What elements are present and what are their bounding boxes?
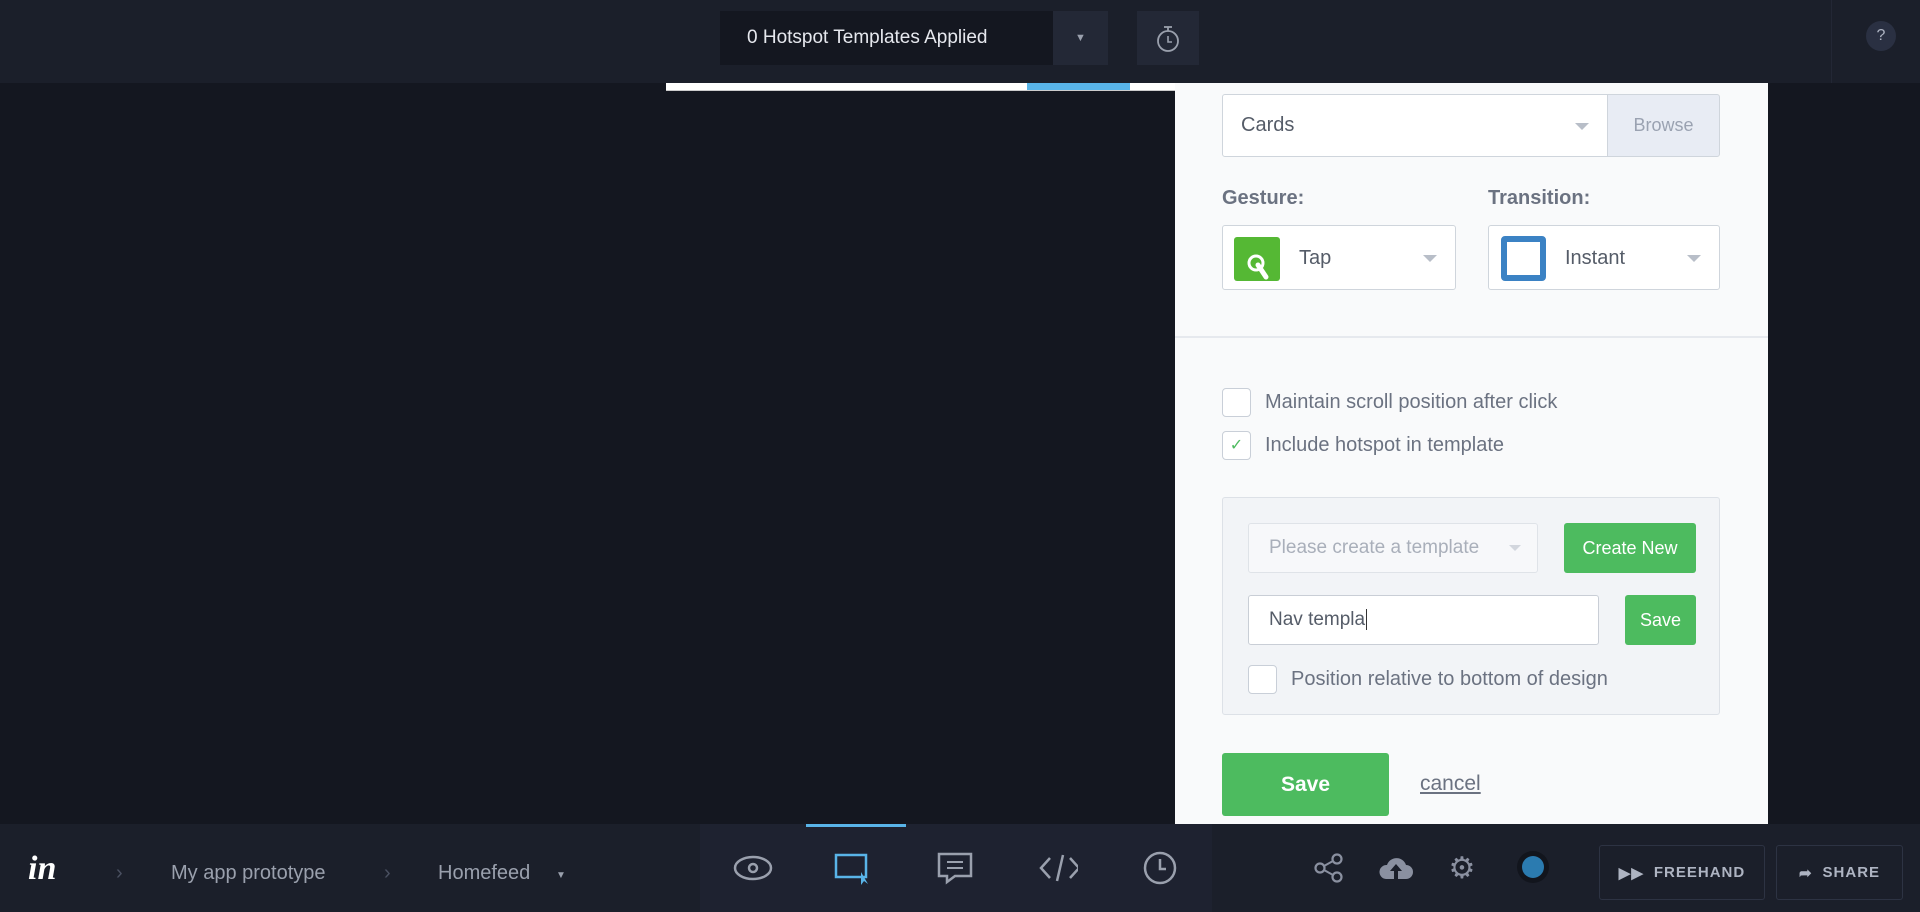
timer-icon[interactable] bbox=[1137, 11, 1199, 65]
avatar[interactable] bbox=[1517, 851, 1549, 883]
template-select-placeholder: Please create a template bbox=[1269, 537, 1480, 558]
link-target-value: Cards bbox=[1241, 114, 1295, 136]
chevron-down-icon[interactable]: ▼ bbox=[556, 870, 566, 881]
browse-button[interactable]: Browse bbox=[1607, 94, 1720, 157]
share-label: SHARE bbox=[1822, 864, 1881, 881]
gesture-value: Tap bbox=[1299, 247, 1332, 269]
share-nodes-icon[interactable] bbox=[1309, 848, 1349, 888]
invision-logo[interactable]: in bbox=[28, 850, 56, 888]
share-arrow-icon: ➦ bbox=[1798, 864, 1813, 882]
history-clock-icon[interactable] bbox=[1140, 848, 1180, 888]
template-name-value: Nav templa bbox=[1269, 609, 1366, 630]
chevron-down-icon bbox=[1423, 255, 1437, 262]
template-select[interactable]: Please create a template bbox=[1248, 523, 1538, 573]
template-name-input[interactable]: Nav templa bbox=[1248, 595, 1599, 645]
freehand-button[interactable]: ▶▶ FREEHAND bbox=[1599, 845, 1765, 900]
hotspot-templates-dropdown[interactable]: 0 Hotspot Templates Applied bbox=[720, 11, 1053, 65]
maintain-scroll-label: Maintain scroll position after click bbox=[1265, 391, 1558, 413]
transition-value: Instant bbox=[1565, 247, 1626, 269]
position-bottom-label: Position relative to bottom of design bbox=[1291, 668, 1608, 690]
instant-transition-icon bbox=[1501, 236, 1546, 281]
cancel-link[interactable]: cancel bbox=[1420, 772, 1481, 796]
create-new-button[interactable]: Create New bbox=[1564, 523, 1696, 573]
include-template-label: Include hotspot in template bbox=[1265, 434, 1505, 456]
chevron-right-icon: › bbox=[116, 862, 123, 884]
divider bbox=[1175, 336, 1768, 338]
position-bottom-checkbox[interactable] bbox=[1248, 665, 1277, 694]
chevron-down-icon bbox=[1687, 255, 1701, 262]
active-mode-indicator bbox=[806, 824, 906, 827]
freehand-label: FREEHAND bbox=[1653, 864, 1746, 881]
link-target-select[interactable]: Cards bbox=[1222, 94, 1608, 157]
build-mode-icon[interactable] bbox=[833, 848, 873, 888]
gesture-label: Gesture: bbox=[1222, 187, 1305, 209]
template-box: Please create a template Create New Nav … bbox=[1222, 497, 1720, 715]
freehand-icon: ▶▶ bbox=[1618, 864, 1644, 882]
help-button[interactable]: ? bbox=[1866, 21, 1896, 51]
settings-gear-icon[interactable]: ⚙ bbox=[1442, 848, 1482, 888]
breadcrumb-screen[interactable]: Homefeed bbox=[438, 862, 530, 885]
chevron-down-icon bbox=[1509, 545, 1521, 551]
save-button[interactable]: Save bbox=[1222, 753, 1389, 816]
share-button[interactable]: ➦ SHARE bbox=[1776, 845, 1903, 900]
chevron-down-icon[interactable]: ▼ bbox=[1053, 11, 1108, 65]
save-template-button[interactable]: Save bbox=[1625, 595, 1696, 645]
include-template-checkbox[interactable]: ✓ bbox=[1222, 431, 1251, 460]
divider bbox=[1831, 0, 1832, 83]
checkmark-icon: ✓ bbox=[1229, 437, 1244, 454]
chevron-right-icon: › bbox=[384, 862, 391, 884]
code-inspect-icon[interactable] bbox=[1038, 848, 1078, 888]
gesture-select[interactable]: Tap bbox=[1222, 225, 1456, 290]
hotspot-panel: Cards Browse Gesture: Transition: Tap In… bbox=[1175, 83, 1768, 824]
cloud-upload-icon[interactable] bbox=[1376, 848, 1416, 888]
transition-select[interactable]: Instant bbox=[1488, 225, 1720, 290]
tap-gesture-icon bbox=[1234, 237, 1280, 281]
maintain-scroll-checkbox[interactable] bbox=[1222, 388, 1251, 417]
text-cursor bbox=[1366, 609, 1368, 630]
transition-label: Transition: bbox=[1488, 187, 1591, 209]
chevron-down-icon bbox=[1575, 123, 1589, 130]
preview-eye-icon[interactable] bbox=[733, 848, 773, 888]
breadcrumb-project[interactable]: My app prototype bbox=[171, 862, 326, 885]
comment-icon[interactable] bbox=[935, 848, 975, 888]
hotspot-highlight[interactable] bbox=[1027, 83, 1130, 90]
